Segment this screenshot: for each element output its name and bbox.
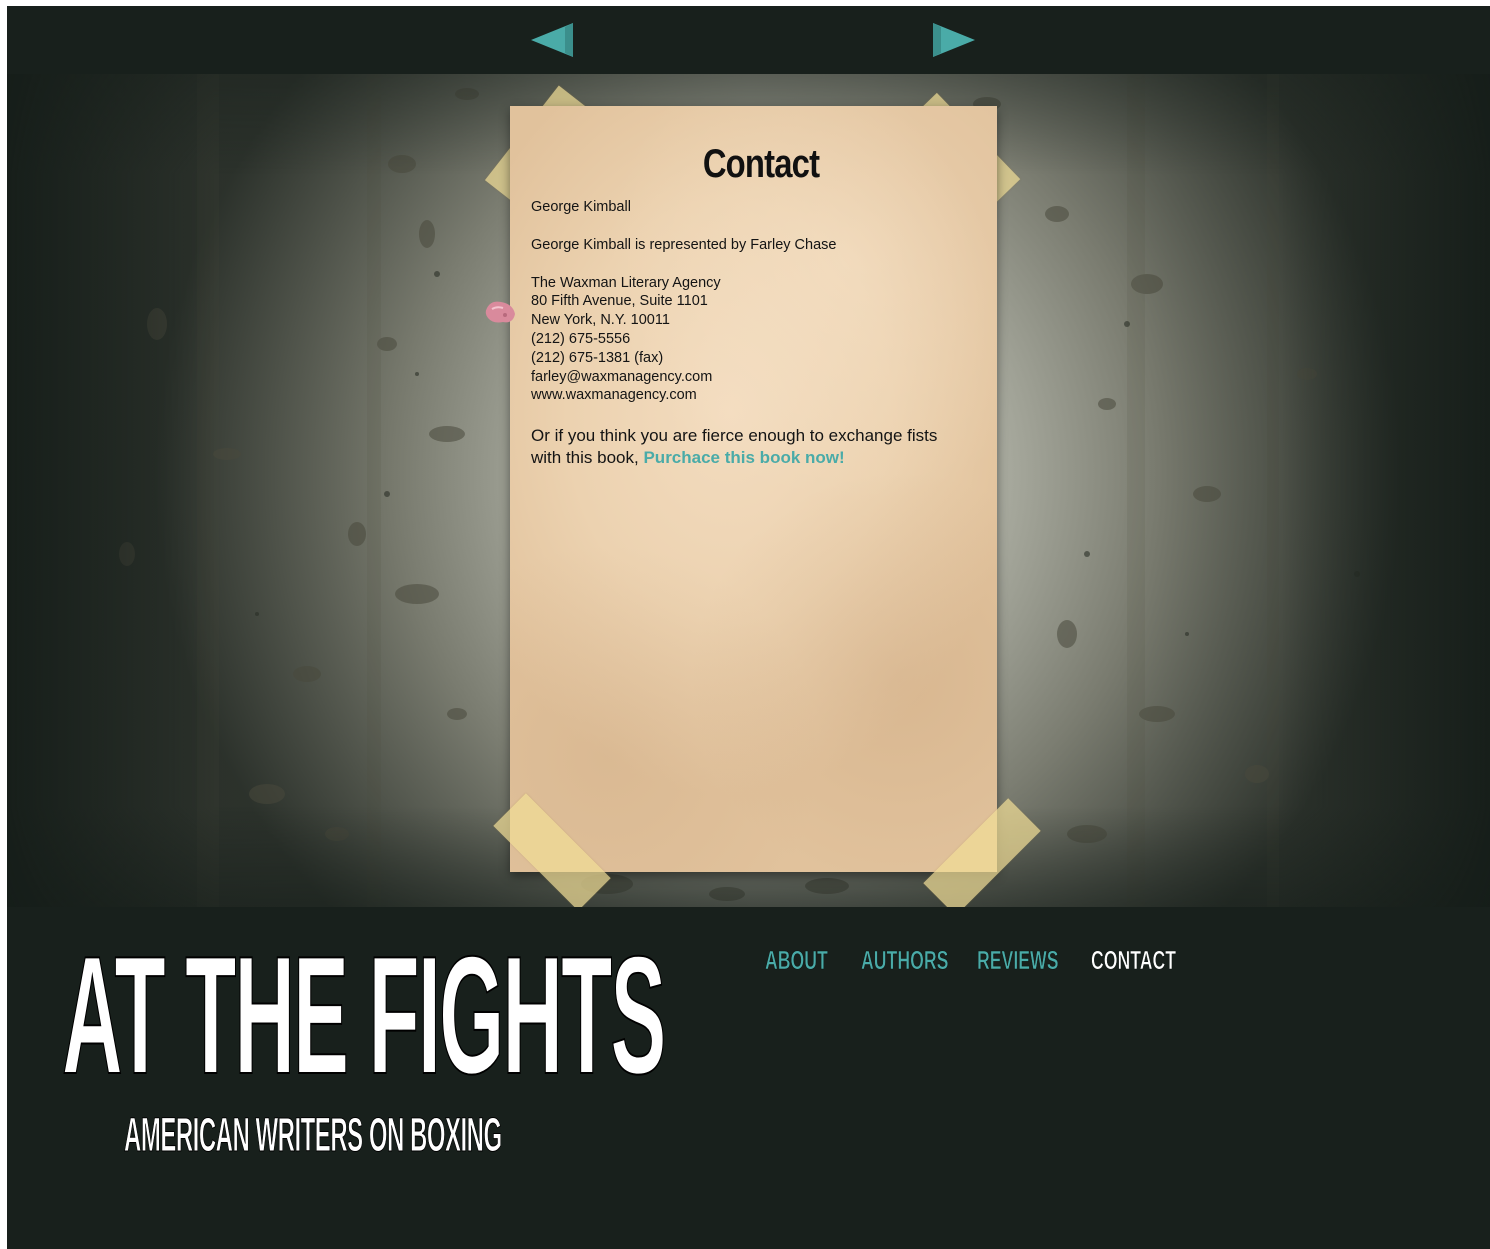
- author-name: George Kimball: [531, 199, 631, 215]
- purchase-prompt: Or if you think you are fierce enough to…: [531, 425, 971, 469]
- page-title: Contact: [702, 142, 820, 186]
- contact-paper: Contact George Kimball George Kimball is…: [510, 106, 997, 872]
- arrow-right-icon[interactable]: [933, 23, 975, 57]
- agency-fax: (212) 675-1381 (fax): [531, 349, 664, 366]
- agency-address-line-1: 80 Fifth Avenue, Suite 1101: [531, 293, 708, 310]
- chewing-gum-icon: [485, 301, 515, 323]
- purchase-link[interactable]: Purchace this book now!: [643, 448, 844, 467]
- contact-details: George Kimball George Kimball is represe…: [531, 198, 971, 405]
- nav-about[interactable]: ABOUT: [765, 942, 828, 978]
- agency-email: farley@waxmanagency.com: [531, 368, 713, 385]
- site-title: AT THE FIGHTS: [62, 921, 667, 1109]
- arrow-left-icon[interactable]: [531, 23, 573, 57]
- nav-contact[interactable]: CONTACT: [1091, 942, 1177, 978]
- nav-reviews[interactable]: REVIEWS: [977, 942, 1059, 978]
- nav-authors[interactable]: AUTHORS: [861, 942, 949, 978]
- site-subtitle: AMERICAN WRITERS ON BOXING: [124, 1109, 503, 1162]
- agency-name: The Waxman Literary Agency: [531, 274, 721, 291]
- top-navigation-bar: [7, 6, 1490, 74]
- agency-phone: (212) 675-5556: [531, 330, 631, 347]
- page-frame: Contact George Kimball George Kimball is…: [7, 6, 1490, 1249]
- concrete-wall-background: Contact George Kimball George Kimball is…: [7, 74, 1490, 907]
- representation-text: George Kimball is represented by Farley …: [531, 236, 837, 253]
- agency-website: www.waxmanagency.com: [531, 387, 697, 404]
- agency-address-line-2: New York, N.Y. 10011: [531, 312, 670, 329]
- paper-content: Contact George Kimball George Kimball is…: [531, 142, 971, 469]
